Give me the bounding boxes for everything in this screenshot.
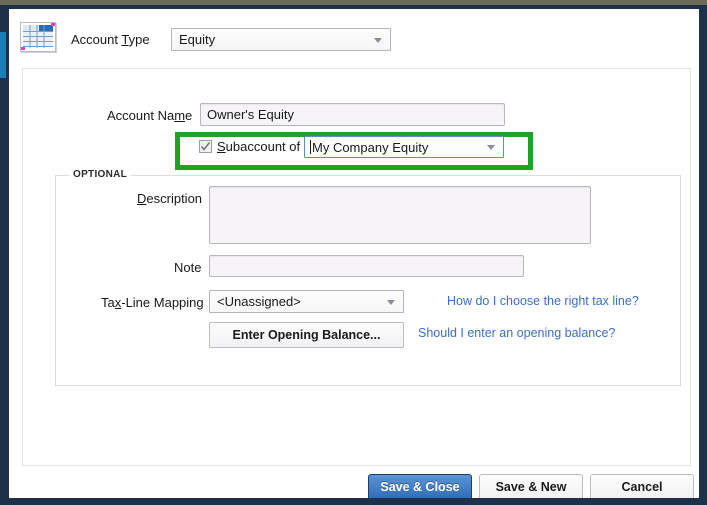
tax-line-mapping-value: <Unassigned> xyxy=(217,294,301,309)
screenshot-root: Account Type Equity Account Name Owner's… xyxy=(0,0,707,505)
tax-line-mapping-label: Tax-Line Mapping xyxy=(101,295,204,310)
account-type-value: Equity xyxy=(179,32,216,47)
note-label: Note xyxy=(174,260,202,275)
parent-account-select[interactable]: My Company Equity xyxy=(304,136,504,158)
dialog-main-panel: Account Name Owner's Equity Subaccount o… xyxy=(22,68,691,466)
chevron-down-icon xyxy=(487,145,495,150)
account-type-label: Account Type xyxy=(71,32,150,47)
dialog-footer: Save & Close Save & New Cancel xyxy=(9,474,699,498)
chevron-down-icon xyxy=(387,299,395,305)
save-and-new-button[interactable]: Save & New xyxy=(479,474,583,498)
subaccount-label: Subaccount of xyxy=(217,139,301,154)
note-input[interactable] xyxy=(209,255,524,277)
save-and-close-button[interactable]: Save & Close xyxy=(368,474,472,498)
chevron-down-icon xyxy=(374,37,382,43)
tax-line-mapping-select[interactable]: <Unassigned> xyxy=(209,290,404,313)
dialog-header: Account Type Equity xyxy=(9,9,699,67)
text-cursor xyxy=(310,140,311,154)
subaccount-checkbox[interactable] xyxy=(199,140,212,153)
add-account-dialog: Account Type Equity Account Name Owner's… xyxy=(9,9,699,498)
opening-balance-help-link[interactable]: Should I enter an opening balance? xyxy=(418,326,615,340)
window-top-strip xyxy=(0,0,707,5)
account-name-value: Owner's Equity xyxy=(207,107,295,122)
account-type-select[interactable]: Equity xyxy=(171,28,391,51)
window-left-accent xyxy=(0,32,6,78)
description-label: Description xyxy=(137,191,203,206)
description-input[interactable] xyxy=(209,186,591,244)
parent-account-value: My Company Equity xyxy=(312,140,429,155)
account-name-input[interactable]: Owner's Equity xyxy=(200,103,505,126)
account-spreadsheet-icon xyxy=(20,22,56,52)
account-name-label: Account Name xyxy=(107,108,193,123)
optional-section-legend: OPTIONAL xyxy=(69,169,132,180)
enter-opening-balance-button[interactable]: Enter Opening Balance... xyxy=(209,322,404,348)
tax-line-help-link[interactable]: How do I choose the right tax line? xyxy=(447,294,639,308)
cancel-button[interactable]: Cancel xyxy=(590,474,694,498)
